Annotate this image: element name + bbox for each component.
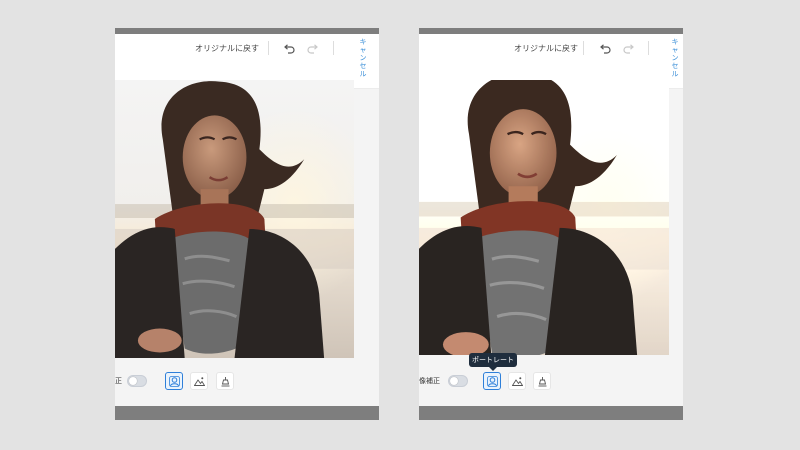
redo-icon[interactable]: [623, 43, 635, 55]
tooltip-arrow: [489, 367, 497, 371]
editor-panel-after: オリジナルに戻す キャンセル ポートレート 像補正: [419, 28, 683, 420]
portrait-mode-button[interactable]: [165, 372, 183, 390]
portrait-mode-button[interactable]: [483, 372, 501, 390]
landscape-icon: [194, 377, 205, 386]
portrait-icon: [487, 376, 498, 387]
undo-icon[interactable]: [599, 43, 611, 55]
panel-bottom-bar: [419, 406, 683, 420]
product-icon: [538, 377, 547, 387]
auto-correct-label: 正: [115, 377, 122, 385]
header-divider: [648, 41, 649, 55]
undo-icon[interactable]: [283, 43, 295, 55]
redo-icon[interactable]: [307, 43, 319, 55]
portrait-photo: [419, 80, 669, 355]
photo-preview: [115, 80, 354, 358]
product-mode-button[interactable]: [216, 372, 234, 390]
landscape-icon: [512, 377, 523, 386]
toggle-knob: [450, 377, 458, 385]
landscape-mode-button[interactable]: [190, 372, 208, 390]
revert-to-original-button[interactable]: オリジナルに戻す: [195, 43, 259, 54]
tooltip-text: ポートレート: [472, 356, 514, 364]
portrait-tooltip: ポートレート: [469, 353, 517, 371]
landscape-mode-button[interactable]: [508, 372, 526, 390]
portrait-icon: [169, 376, 180, 387]
product-icon: [221, 377, 230, 387]
cancel-button[interactable]: キャンセル: [670, 38, 680, 78]
editor-panel-before: オリジナルに戻す キャンセル 正: [115, 28, 379, 420]
cancel-button[interactable]: キャンセル: [358, 38, 368, 78]
photo-preview: [419, 80, 669, 355]
portrait-photo: [115, 80, 354, 358]
toggle-knob: [129, 377, 137, 385]
header-divider: [583, 41, 584, 55]
panel-bottom-bar: [115, 406, 379, 420]
revert-to-original-button[interactable]: オリジナルに戻す: [514, 43, 578, 54]
header-divider: [333, 41, 334, 55]
auto-correct-label: 像補正: [419, 377, 440, 385]
product-mode-button[interactable]: [533, 372, 551, 390]
auto-correct-toggle[interactable]: [127, 375, 147, 387]
auto-correct-toggle[interactable]: [448, 375, 468, 387]
header-divider: [268, 41, 269, 55]
